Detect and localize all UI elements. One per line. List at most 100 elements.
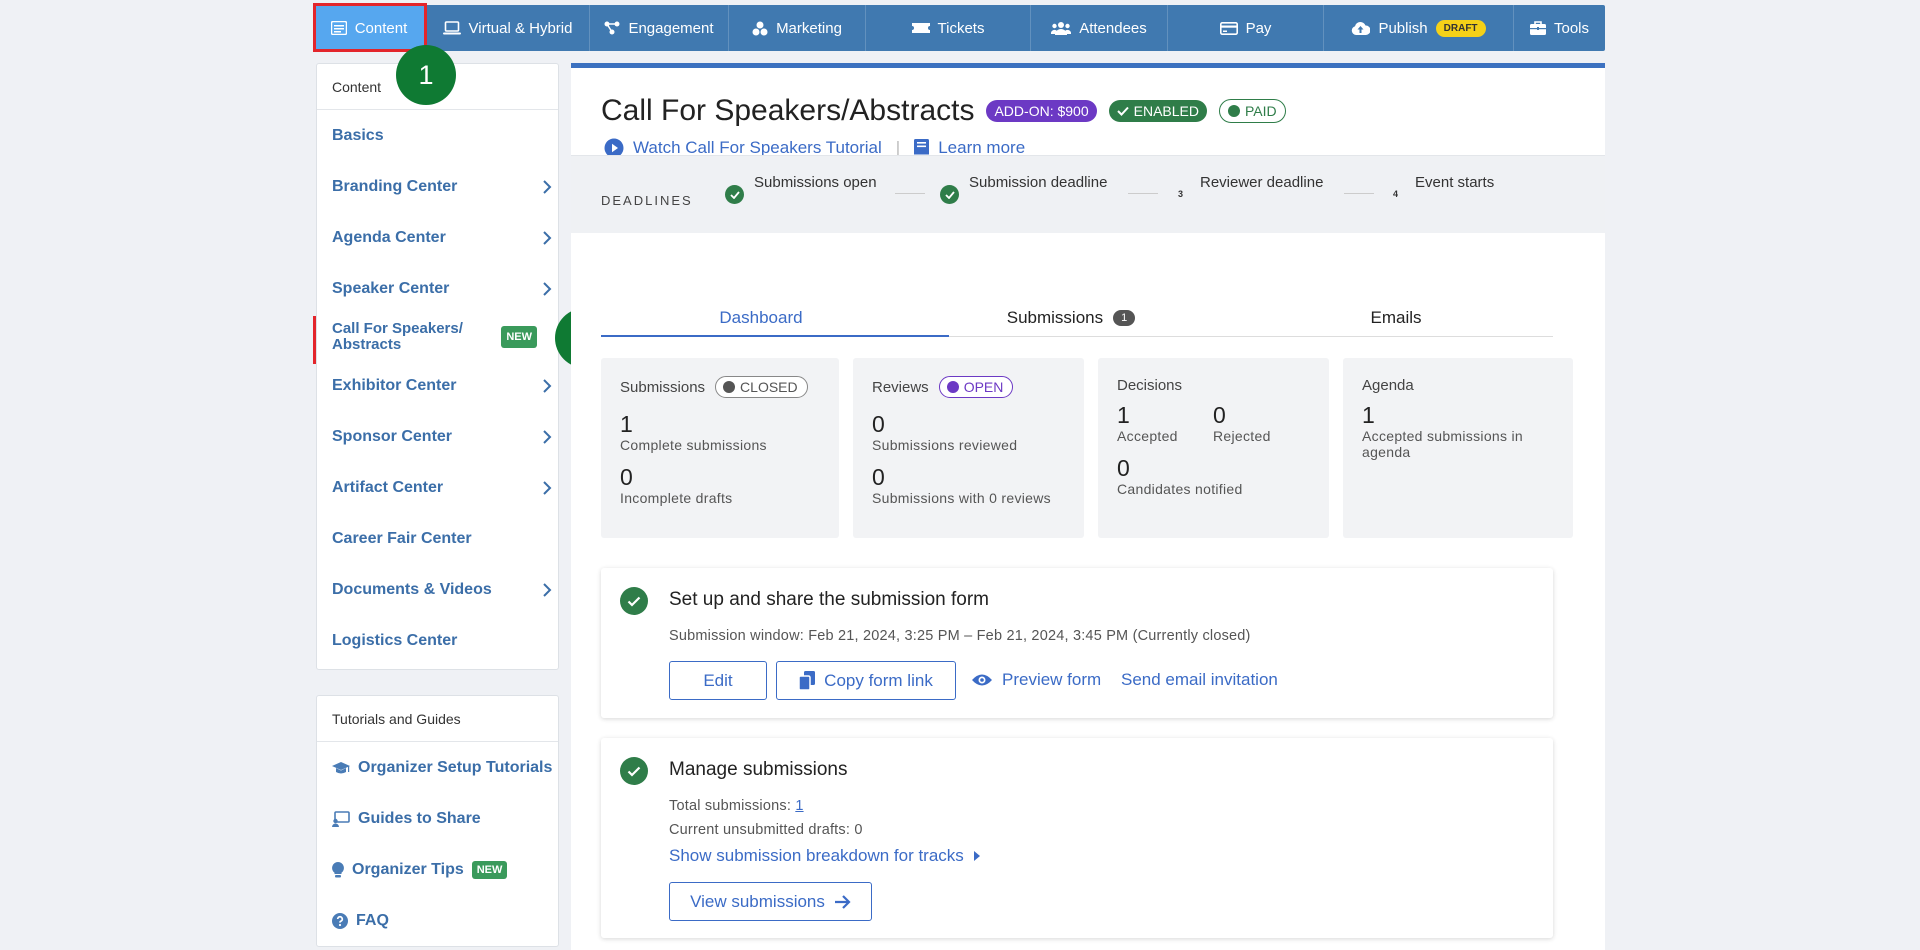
status-dot-icon	[946, 381, 959, 393]
sidebar-item-label: Career Fair Center	[332, 529, 472, 547]
copy-form-link-button[interactable]: Copy form link	[776, 661, 956, 700]
check-circle-icon	[940, 185, 959, 204]
send-email-invitation-label: Send email invitation	[1121, 670, 1278, 689]
sidebar-item-organizer-tips[interactable]: Organizer Tips NEW	[317, 844, 558, 895]
laptop-icon	[442, 21, 461, 35]
tab-label: Submissions	[1006, 308, 1104, 327]
edit-button[interactable]: Edit	[669, 661, 767, 700]
sidebar-item-logistics-center[interactable]: Logistics Center	[317, 615, 558, 666]
nav-label: Tools	[1553, 19, 1590, 37]
sidebar-item-label: Guides to Share	[358, 809, 481, 827]
cloud-upload-icon	[1352, 21, 1371, 35]
edit-button-label: Edit	[703, 670, 733, 690]
deadline-connector	[1344, 193, 1374, 194]
sidebar-item-sponsor-center[interactable]: Sponsor Center	[317, 411, 558, 462]
sidebar-item-basics[interactable]: Basics	[317, 110, 558, 161]
manage-submissions-card: Manage submissions Total submissions: 1 …	[601, 738, 1553, 938]
sidebar-item-label: Organizer Setup Tutorials	[358, 758, 553, 776]
paid-label: PAID	[1244, 103, 1277, 119]
sidebar-item-guides-to-share[interactable]: Guides to Share	[317, 793, 558, 844]
total-submissions-link[interactable]: 1	[795, 798, 803, 814]
annotation-step-1: 1	[396, 45, 456, 105]
chevron-right-icon	[543, 429, 552, 444]
nav-marketing[interactable]: Marketing	[729, 5, 866, 51]
decisions-stat-card: Decisions 1 Accepted 0 Rejected 0 Candid…	[1098, 358, 1329, 538]
sidebar-item-career-fair-center[interactable]: Career Fair Center	[317, 513, 558, 564]
question-circle-icon	[332, 912, 348, 929]
sidebar-item-agenda-center[interactable]: Agenda Center	[317, 212, 558, 263]
stat-title: Agenda	[1362, 376, 1414, 394]
accepted-count: 1	[1117, 402, 1130, 428]
nav-tools[interactable]: Tools	[1514, 5, 1605, 51]
stat-caption: Accepted submissions in agenda	[1362, 428, 1523, 460]
sidebar-item-label: Basics	[332, 126, 384, 144]
deadline-submission-deadline: Submission deadline	[940, 174, 1107, 204]
agenda-accepted-count: 1	[1362, 402, 1375, 428]
presentation-icon	[332, 810, 350, 827]
sidebar-item-speaker-center[interactable]: Speaker Center	[317, 263, 558, 314]
tab-emails[interactable]: Emails	[1241, 298, 1551, 338]
nav-label: Engagement	[628, 19, 714, 37]
accepted-block: 1 Accepted	[1117, 396, 1213, 444]
deadlines-title: DEADLINES	[601, 193, 693, 208]
deadline-connector	[895, 193, 925, 194]
nav-pay[interactable]: Pay	[1168, 5, 1324, 51]
deadline-label: Event starts	[1415, 174, 1495, 191]
nav-tickets[interactable]: Tickets	[866, 5, 1031, 51]
nav-virtual-hybrid[interactable]: Virtual & Hybrid	[426, 5, 590, 51]
stat-title: Decisions	[1117, 376, 1183, 394]
sidebar-item-organizer-setup-tutorials[interactable]: Organizer Setup Tutorials	[317, 742, 558, 793]
deadline-reviewer-deadline: 3 Reviewer deadline	[1171, 174, 1323, 199]
sidebar-item-label: Speaker Center	[332, 279, 450, 297]
sidebar-item-label: FAQ	[356, 911, 389, 929]
unsubmitted-drafts-text: Current unsubmitted drafts: 0	[669, 822, 863, 838]
zero-reviews-count: 0	[872, 464, 885, 490]
rejected-block: 0 Rejected	[1213, 396, 1271, 444]
sidebar-item-artifact-center[interactable]: Artifact Center	[317, 462, 558, 513]
nav-label: Tickets	[937, 19, 985, 37]
rejected-count: 0	[1213, 402, 1226, 428]
closed-status-pill: CLOSED	[715, 376, 808, 398]
stat-caption: Submissions reviewed	[872, 437, 1018, 453]
tab-dashboard[interactable]: Dashboard	[601, 298, 921, 338]
nav-content[interactable]: Content	[313, 5, 426, 51]
incomplete-drafts-count: 0	[620, 464, 633, 490]
view-submissions-button[interactable]: View submissions	[669, 882, 872, 921]
nav-label: Publish	[1378, 19, 1428, 37]
nav-engagement[interactable]: Engagement	[590, 5, 729, 51]
sidebar-item-documents-videos[interactable]: Documents & Videos	[317, 564, 558, 615]
view-submissions-label: View submissions	[690, 891, 825, 911]
agenda-stat-card: Agenda 1 Accepted submissions in agenda	[1343, 358, 1573, 538]
open-status-pill: OPEN	[938, 376, 1014, 398]
sidebar-item-branding-center[interactable]: Branding Center	[317, 161, 558, 212]
copy-icon	[799, 671, 816, 690]
sidebar-item-label: Artifact Center	[332, 478, 444, 496]
status-label: CLOSED	[740, 379, 798, 395]
decisions-row: 1 Accepted 0 Rejected	[1117, 396, 1310, 444]
tab-submissions[interactable]: Submissions 1	[911, 298, 1231, 338]
setup-card-title: Set up and share the submission form	[669, 589, 990, 610]
paid-badge: PAID	[1218, 99, 1286, 123]
copy-form-link-label: Copy form link	[824, 670, 933, 690]
nav-label: Attendees	[1079, 19, 1147, 37]
content-sidebar: Content Basics Branding Center Agenda Ce…	[316, 63, 559, 670]
total-submissions-text: Total submissions: 1	[669, 798, 804, 814]
send-email-invitation-link[interactable]: Send email invitation	[1121, 670, 1278, 690]
chevron-right-icon	[543, 179, 552, 194]
page-title: Call For Speakers/Abstracts	[601, 94, 975, 127]
setup-form-card: Set up and share the submission form Sub…	[601, 568, 1553, 718]
sidebar-item-call-for-speakers[interactable]: Call For Speakers/ Abstracts NEW	[317, 314, 558, 360]
show-breakdown-link[interactable]: Show submission breakdown for tracks	[669, 846, 981, 866]
addon-badge: ADD-ON: $900	[986, 100, 1097, 122]
preview-form-link[interactable]: Preview form	[971, 670, 1101, 690]
sidebar-item-label: Agenda Center	[332, 228, 446, 246]
nav-publish[interactable]: Publish DRAFT	[1324, 5, 1514, 51]
deadline-label: Submission deadline	[969, 174, 1108, 191]
main-panel: Call For Speakers/Abstracts ADD-ON: $900…	[571, 63, 1605, 950]
tab-label: Emails	[1370, 308, 1422, 327]
sidebar-item-faq[interactable]: FAQ	[317, 895, 558, 946]
nav-attendees[interactable]: Attendees	[1031, 5, 1168, 51]
tutorials-sidebar: Tutorials and Guides Organizer Setup Tut…	[316, 695, 559, 947]
sidebar-item-exhibitor-center[interactable]: Exhibitor Center	[317, 360, 558, 411]
attendees-icon	[1051, 22, 1072, 35]
